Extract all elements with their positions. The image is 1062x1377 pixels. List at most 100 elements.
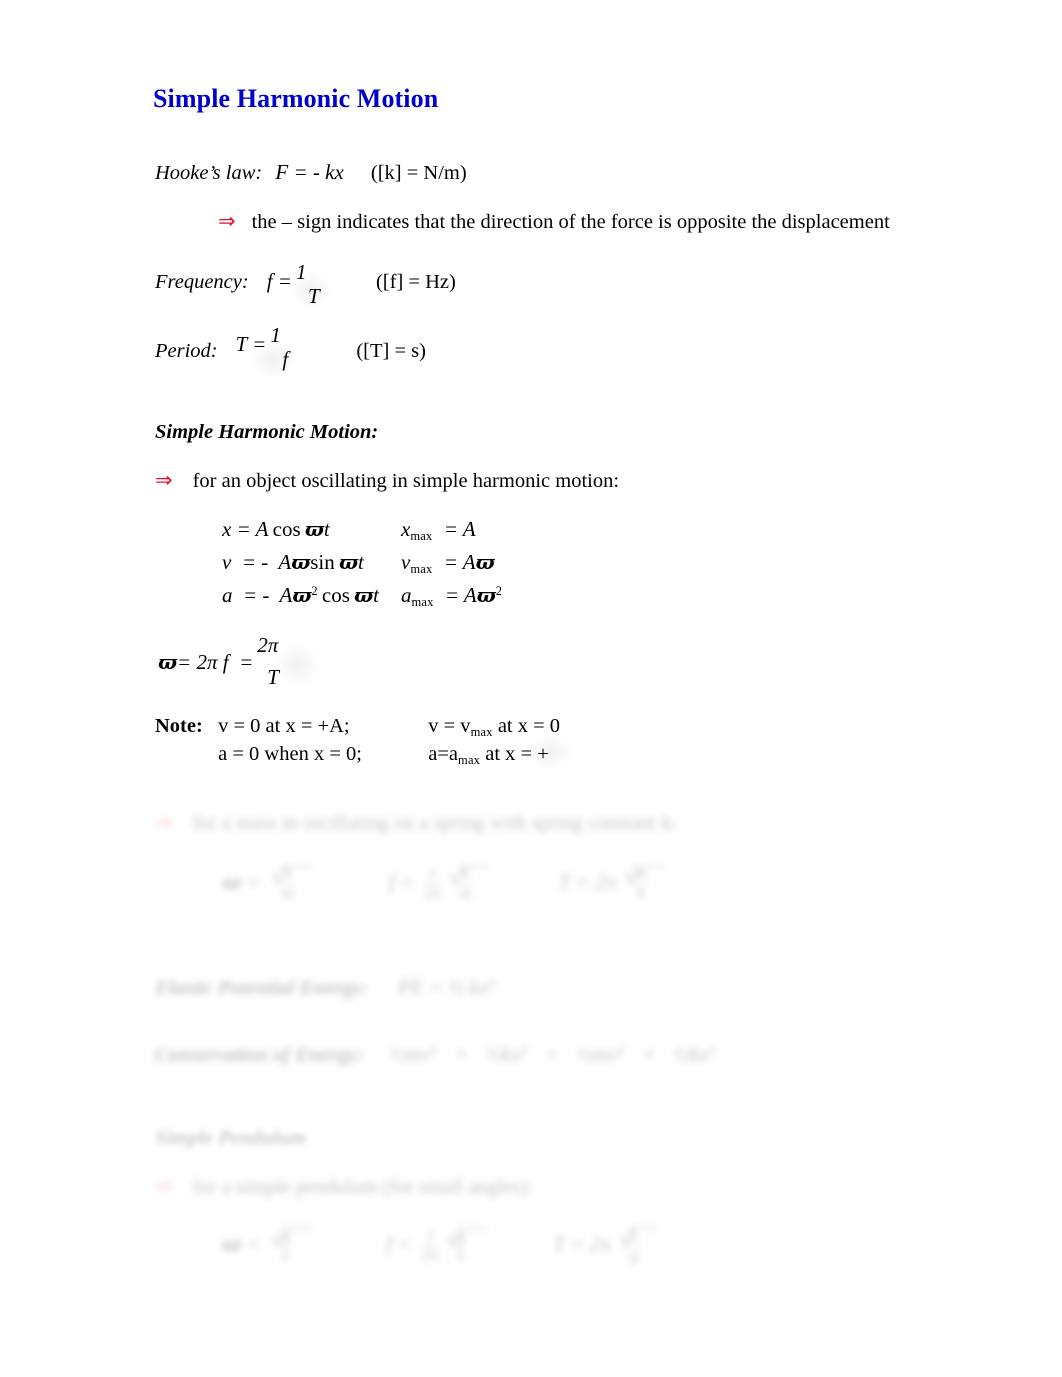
implies-arrow-icon: ⇒ xyxy=(155,810,173,834)
hookes-law-equation: F = - kx xyxy=(275,160,344,184)
document-page: Simple Harmonic Motion Hooke’s law: F = … xyxy=(0,0,1062,1377)
page-title: Simple Harmonic Motion xyxy=(153,84,439,113)
equation-displacement-max: xmax = A xyxy=(401,517,476,544)
hookes-law-units: ([k] = N/m) xyxy=(370,162,467,184)
omega-numerator: 2π xyxy=(257,633,279,657)
period-lhs: T = xyxy=(235,332,267,356)
equation-subscript: max xyxy=(411,595,434,609)
radicand-top: k xyxy=(462,865,470,882)
note-col2: v = vmax at x = 0 xyxy=(428,715,560,740)
frequency-label: Frequency: xyxy=(155,271,249,293)
shm-heading: Simple Harmonic Motion: xyxy=(155,421,379,443)
implies-arrow-icon: ⇒ xyxy=(155,468,173,492)
equation-displacement: x = A cos ϖt xyxy=(222,517,397,542)
conservation-label: Conservation of Energy: xyxy=(155,1044,364,1066)
spring-formula-omega: ϖ = km xyxy=(222,864,312,902)
equation-value: = A xyxy=(443,517,476,541)
shm-equation-table: x = A cos ϖt xmax = A v = - Aϖsin ϖt vma… xyxy=(222,517,502,616)
equation-variable: x xyxy=(401,517,411,541)
equation-acceleration-max: amax = Aϖ2 xyxy=(401,583,502,610)
shm-intro-row: ⇒ for an object oscillating in simple ha… xyxy=(155,470,619,493)
equation-row: v = - Aϖsin ϖt vmax = Aϖ xyxy=(222,550,502,583)
equation-rhs: A cos ϖt xyxy=(255,517,330,541)
frequency-fraction: 1 T xyxy=(296,260,330,308)
implies-arrow-icon: ⇒ xyxy=(155,1174,173,1198)
radicand-bottom: g xyxy=(630,1246,639,1264)
conservation-operator: + xyxy=(453,1042,469,1066)
equation-row: x = A cos ϖt xmax = A xyxy=(222,517,502,550)
period-label: Period: xyxy=(155,340,218,362)
spring-formula-period: T = 2π mk xyxy=(559,864,666,902)
note-row: Note: v = 0 at x = +A; v = vmax at x = 0 xyxy=(155,715,560,740)
frequency-denominator: T xyxy=(307,284,320,308)
implies-arrow-icon: ⇒ xyxy=(218,209,236,233)
equation-velocity: v = - Aϖsin ϖt xyxy=(222,550,397,575)
hookes-law-line: Hooke’s law: F = - kx ([k] = N/m) xyxy=(155,160,467,185)
radicand-top: L xyxy=(629,1227,639,1244)
frequency-line: Frequency: f = 1 T ([f] = Hz) xyxy=(155,260,456,308)
equation-value: = Aϖ xyxy=(443,550,495,574)
conservation-row: Conservation of Energy: ½mv² + ½kx² = ½m… xyxy=(155,1042,714,1067)
omega-relation: ϖ= 2π f = 2π T xyxy=(158,633,303,689)
note-label-spacer xyxy=(155,743,213,766)
pendulum-formula-row: ϖ = gL f = 12π gL T = 2π Lg xyxy=(222,1226,660,1265)
shm-intro-text: for an object oscillating in simple harm… xyxy=(192,470,620,492)
omega-relation-lhs: ϖ= 2π f = xyxy=(158,650,254,674)
conservation-term: ½kx² xyxy=(486,1042,527,1066)
pendulum-formula-period: T = 2π Lg xyxy=(553,1226,660,1264)
note-col2-prefix: a=a xyxy=(428,743,459,765)
equation-value: = Aϖ2 xyxy=(444,583,503,607)
elastic-pe-equation: PE = ½ kx² xyxy=(397,975,495,999)
elastic-pe-row: Elastic Potential Energy: PE = ½ kx² xyxy=(155,975,494,1000)
note-row: a = 0 when x = 0; a=amax at x = + xyxy=(155,743,560,768)
conservation-term: ½mv² xyxy=(577,1042,624,1066)
pendulum-formula-frequency: f = 12π gL xyxy=(386,1226,488,1264)
spring-formula-row: ϖ = km f = 12π km T = 2π mk xyxy=(222,864,666,903)
spring-formula-frequency: f = 12π km xyxy=(389,864,490,902)
spring-intro-text: for a mass m oscillating on a spring wit… xyxy=(192,812,678,834)
conservation-operator: + xyxy=(641,1042,656,1066)
spring-intro-row: ⇒ for a mass m oscillating on a spring w… xyxy=(155,812,677,835)
equation-lhs: v = - xyxy=(222,550,274,574)
radicand-bottom: m xyxy=(459,884,472,902)
conservation-equals: = xyxy=(544,1042,560,1066)
radicand-top: k xyxy=(284,865,292,882)
radicand-bottom: L xyxy=(457,1246,467,1264)
hookes-law-label: Hooke’s law: xyxy=(155,162,263,184)
note-col2-suffix: at x = 0 xyxy=(492,715,561,737)
note-block: Note: v = 0 at x = +A; v = vmax at x = 0… xyxy=(155,715,560,768)
note-col2-suffix: at x = + xyxy=(480,743,549,765)
elastic-pe-label: Elastic Potential Energy: xyxy=(155,977,368,999)
equation-row: a = - Aϖ2 cos ϖt amax = Aϖ2 xyxy=(222,583,502,616)
conservation-term: ½mv² xyxy=(389,1042,436,1066)
hookes-law-note-row: ⇒ the – sign indicates that the directio… xyxy=(218,211,890,234)
equation-lhs: x = xyxy=(222,517,251,541)
period-fraction: 1 f xyxy=(270,323,304,371)
period-line: Period: T = 1 f ([T] = s) xyxy=(155,323,426,371)
frequency-lhs: f = xyxy=(266,269,292,293)
equation-acceleration: a = - Aϖ2 cos ϖt xyxy=(222,583,397,608)
radicand-top: g xyxy=(282,1227,291,1244)
radicand-top: g xyxy=(457,1227,466,1244)
equation-variable: a xyxy=(401,583,412,607)
note-col1: a = 0 when x = 0; xyxy=(218,743,362,765)
note-col2-prefix: v = v xyxy=(428,715,471,737)
period-denominator: f xyxy=(282,347,289,371)
radicand-top: m xyxy=(635,865,647,882)
equation-variable: v xyxy=(401,550,411,574)
equation-velocity-max: vmax = Aϖ xyxy=(401,550,495,577)
note-col2-subscript: max xyxy=(458,753,481,767)
note-col1: v = 0 at x = +A; xyxy=(218,715,350,737)
radicand-bottom: L xyxy=(281,1246,291,1264)
period-units: ([T] = s) xyxy=(356,340,426,362)
hookes-law-note-text: the – sign indicates that the direction … xyxy=(251,211,890,233)
note-col2: a=amax at x = + xyxy=(428,743,549,768)
equation-lhs: a = - xyxy=(222,583,275,607)
pendulum-intro-text: for a simple pendulum (for small angles)… xyxy=(192,1176,534,1198)
omega-fraction: 2π T xyxy=(257,633,303,689)
pendulum-formula-omega: ϖ = gL xyxy=(222,1226,312,1264)
equation-subscript: max xyxy=(410,562,433,576)
pendulum-heading: Simple Pendulum xyxy=(155,1127,306,1149)
equation-rhs: Aϖsin ϖt xyxy=(278,550,364,574)
radicand-bottom: m xyxy=(281,884,294,902)
